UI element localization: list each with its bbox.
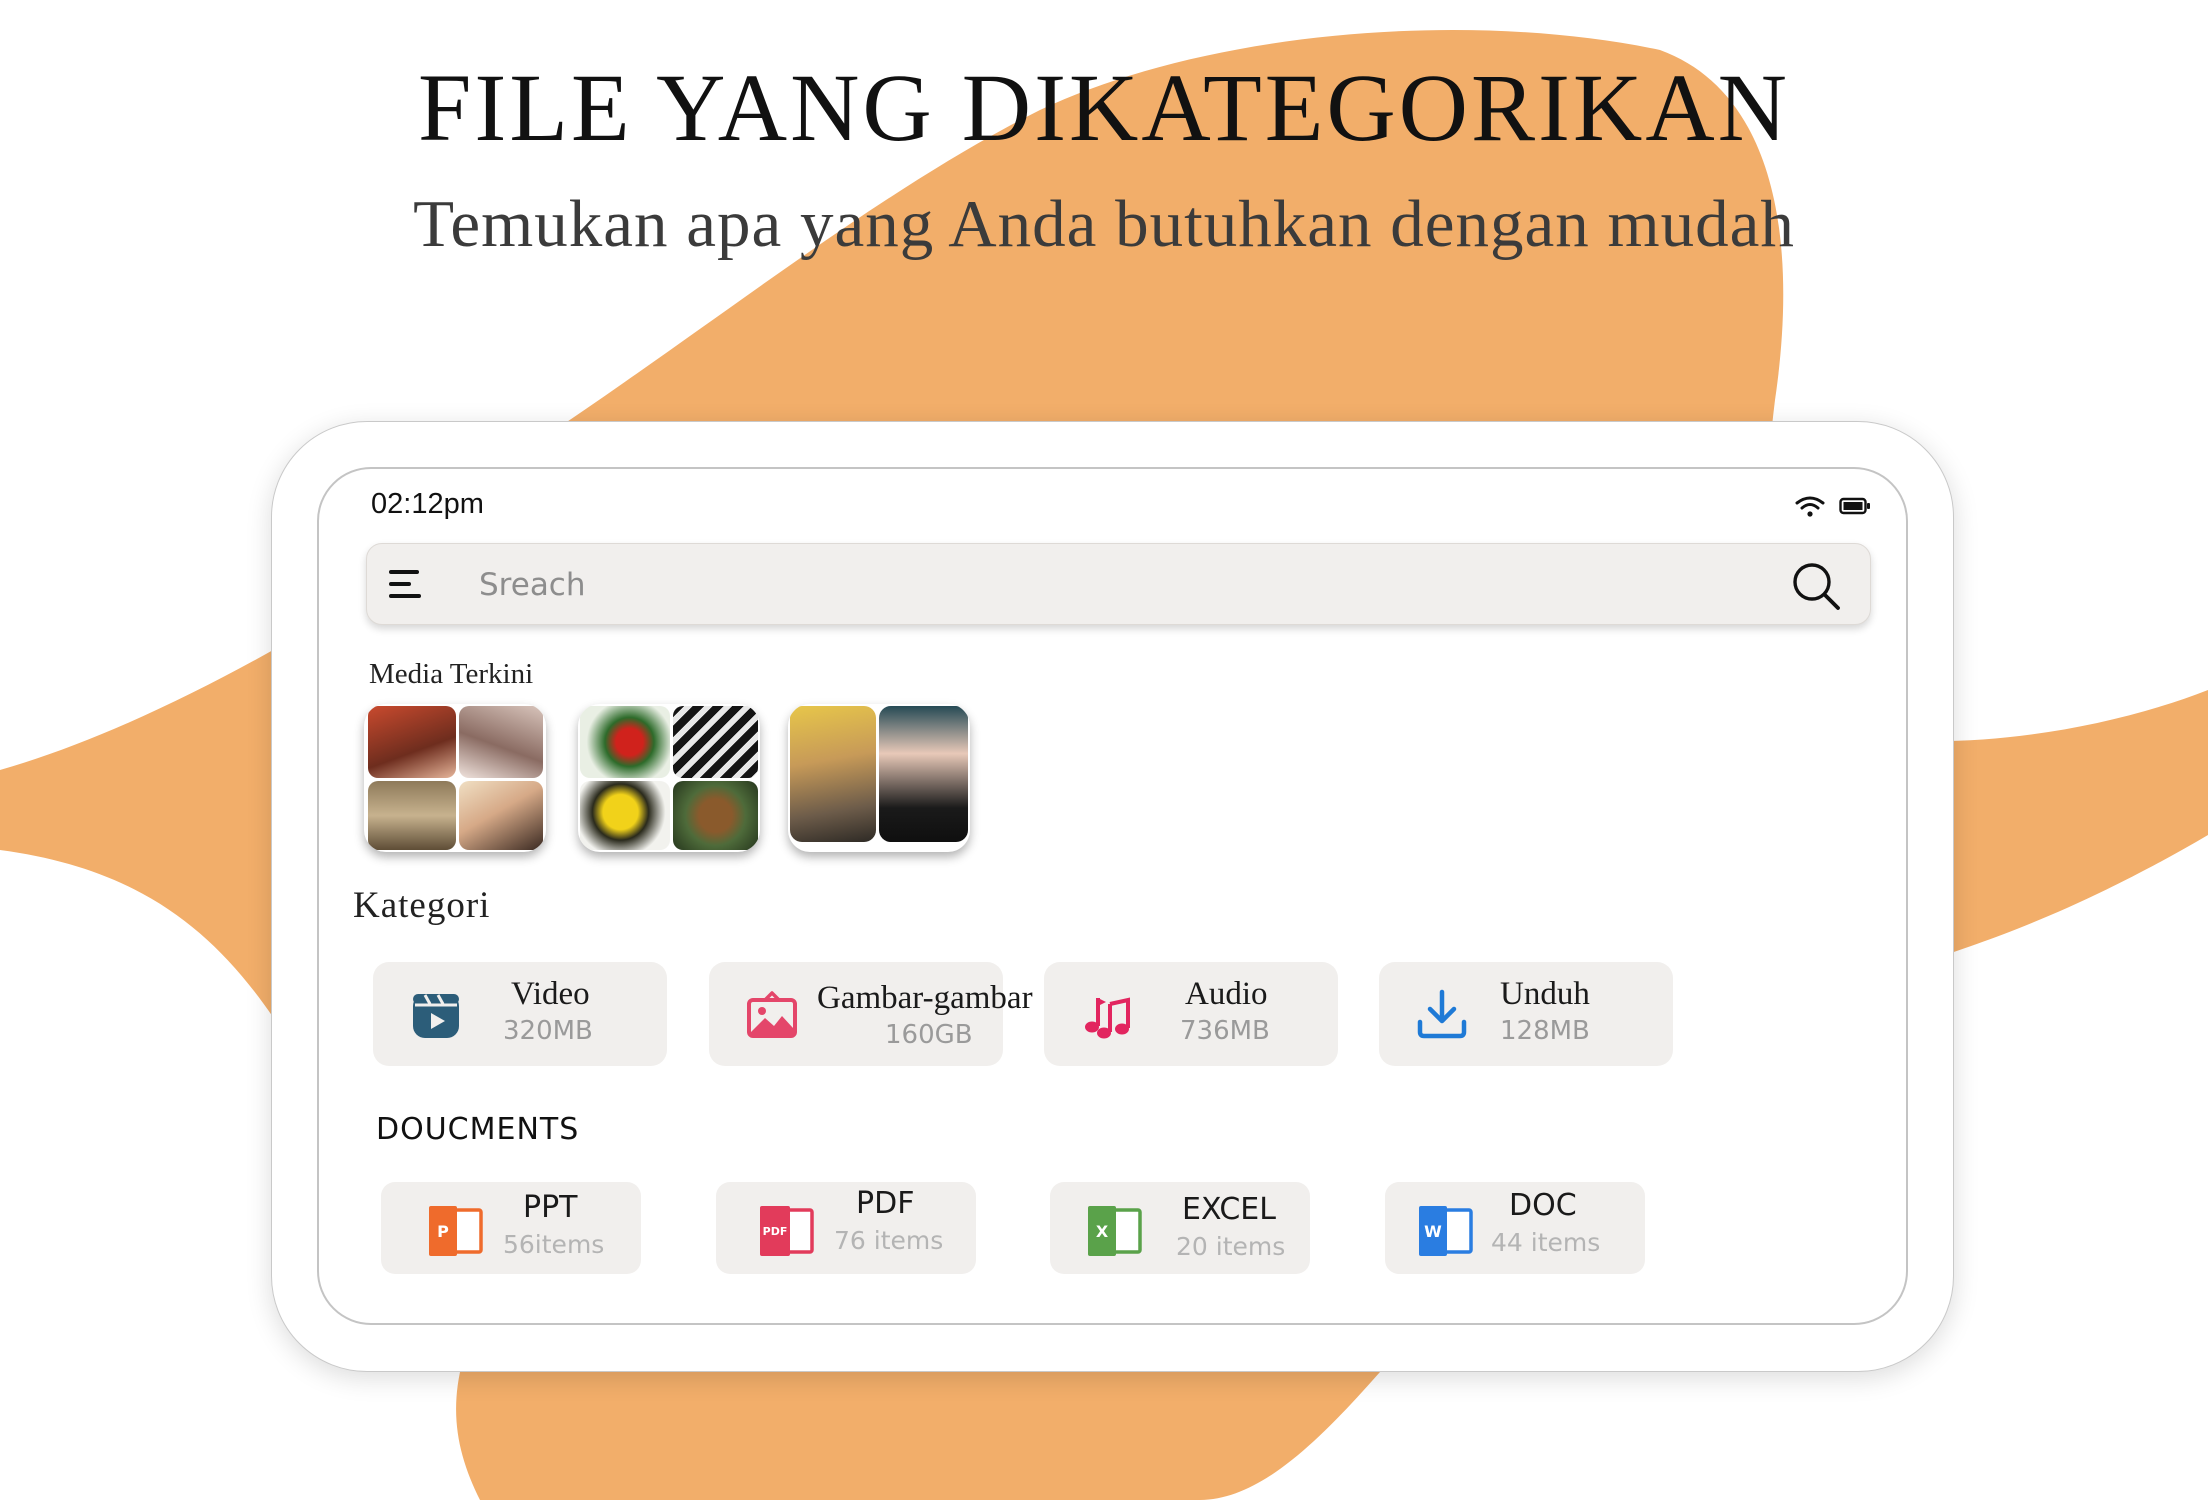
category-video[interactable]: Video 320MB	[373, 962, 667, 1066]
video-icon	[413, 994, 459, 1038]
thumb-cell	[368, 781, 456, 850]
thumb-cell	[459, 706, 543, 778]
status-icons	[1795, 495, 1871, 517]
recent-media-title: Media Terkini	[369, 658, 534, 690]
document-count: 76 items	[834, 1226, 944, 1255]
battery-icon	[1839, 497, 1870, 515]
thumb-cell	[879, 706, 968, 842]
search-bar	[366, 543, 1871, 625]
wifi-icon	[1795, 496, 1825, 517]
thumb-cell	[580, 781, 670, 850]
excel-icon: X	[1088, 1206, 1142, 1256]
svg-text:PDF: PDF	[763, 1225, 788, 1238]
document-ppt[interactable]: P PPT 56items	[381, 1182, 641, 1274]
music-icon	[1085, 997, 1130, 1039]
thumb-cell	[459, 781, 543, 850]
document-label: PPT	[523, 1190, 578, 1225]
thumb-cell	[368, 706, 456, 778]
recent-media-thumb-fashion[interactable]	[788, 704, 970, 852]
thumb-cell	[673, 781, 758, 850]
document-count: 56items	[503, 1230, 605, 1259]
word-icon: W	[1419, 1206, 1473, 1256]
document-count: 44 items	[1491, 1228, 1601, 1257]
document-label: DOC	[1509, 1188, 1577, 1223]
recent-media-thumb-portraits[interactable]	[364, 704, 546, 852]
menu-icon[interactable]	[389, 570, 425, 602]
image-icon	[747, 991, 797, 1038]
recent-media-thumb-birds[interactable]	[578, 704, 760, 852]
ppt-icon: P	[429, 1206, 483, 1256]
category-audio[interactable]: Audio 736MB	[1044, 962, 1338, 1066]
download-icon	[1417, 989, 1467, 1039]
svg-text:P: P	[437, 1222, 449, 1241]
category-label: Video	[511, 976, 590, 1012]
document-excel[interactable]: X EXCEL 20 items	[1050, 1182, 1310, 1274]
pdf-icon: PDF	[760, 1206, 814, 1256]
category-label: Gambar-gambar	[817, 980, 1033, 1016]
categories-title: Kategori	[353, 885, 491, 926]
svg-text:W: W	[1424, 1222, 1442, 1241]
thumb-cell	[673, 706, 758, 778]
document-label: PDF	[856, 1186, 915, 1221]
document-label: EXCEL	[1182, 1192, 1276, 1227]
category-download[interactable]: Unduh 128MB	[1379, 962, 1673, 1066]
category-size: 736MB	[1180, 1016, 1270, 1046]
status-time: 02:12pm	[371, 488, 484, 520]
svg-text:X: X	[1096, 1222, 1109, 1241]
documents-title: DOUCMENTS	[376, 1112, 580, 1147]
document-count: 20 items	[1176, 1232, 1286, 1261]
category-size: 320MB	[503, 1016, 593, 1046]
search-icon[interactable]	[1790, 560, 1842, 612]
search-input[interactable]	[477, 556, 1681, 614]
promo-subtitle: Temukan apa yang Anda butuhkan dengan mu…	[413, 187, 1795, 261]
category-size: 160GB	[885, 1020, 973, 1050]
category-images[interactable]: Gambar-gambar 160GB	[709, 962, 1033, 1066]
thumb-cell	[580, 706, 670, 778]
promo-title: FILE YANG DIKATEGORIKAN	[418, 54, 1790, 161]
document-doc[interactable]: W DOC 44 items	[1385, 1182, 1645, 1274]
document-pdf[interactable]: PDF PDF 76 items	[716, 1182, 976, 1274]
category-size: 128MB	[1500, 1016, 1590, 1046]
category-label: Unduh	[1500, 976, 1590, 1012]
category-label: Audio	[1185, 976, 1268, 1012]
thumb-cell	[790, 706, 876, 842]
